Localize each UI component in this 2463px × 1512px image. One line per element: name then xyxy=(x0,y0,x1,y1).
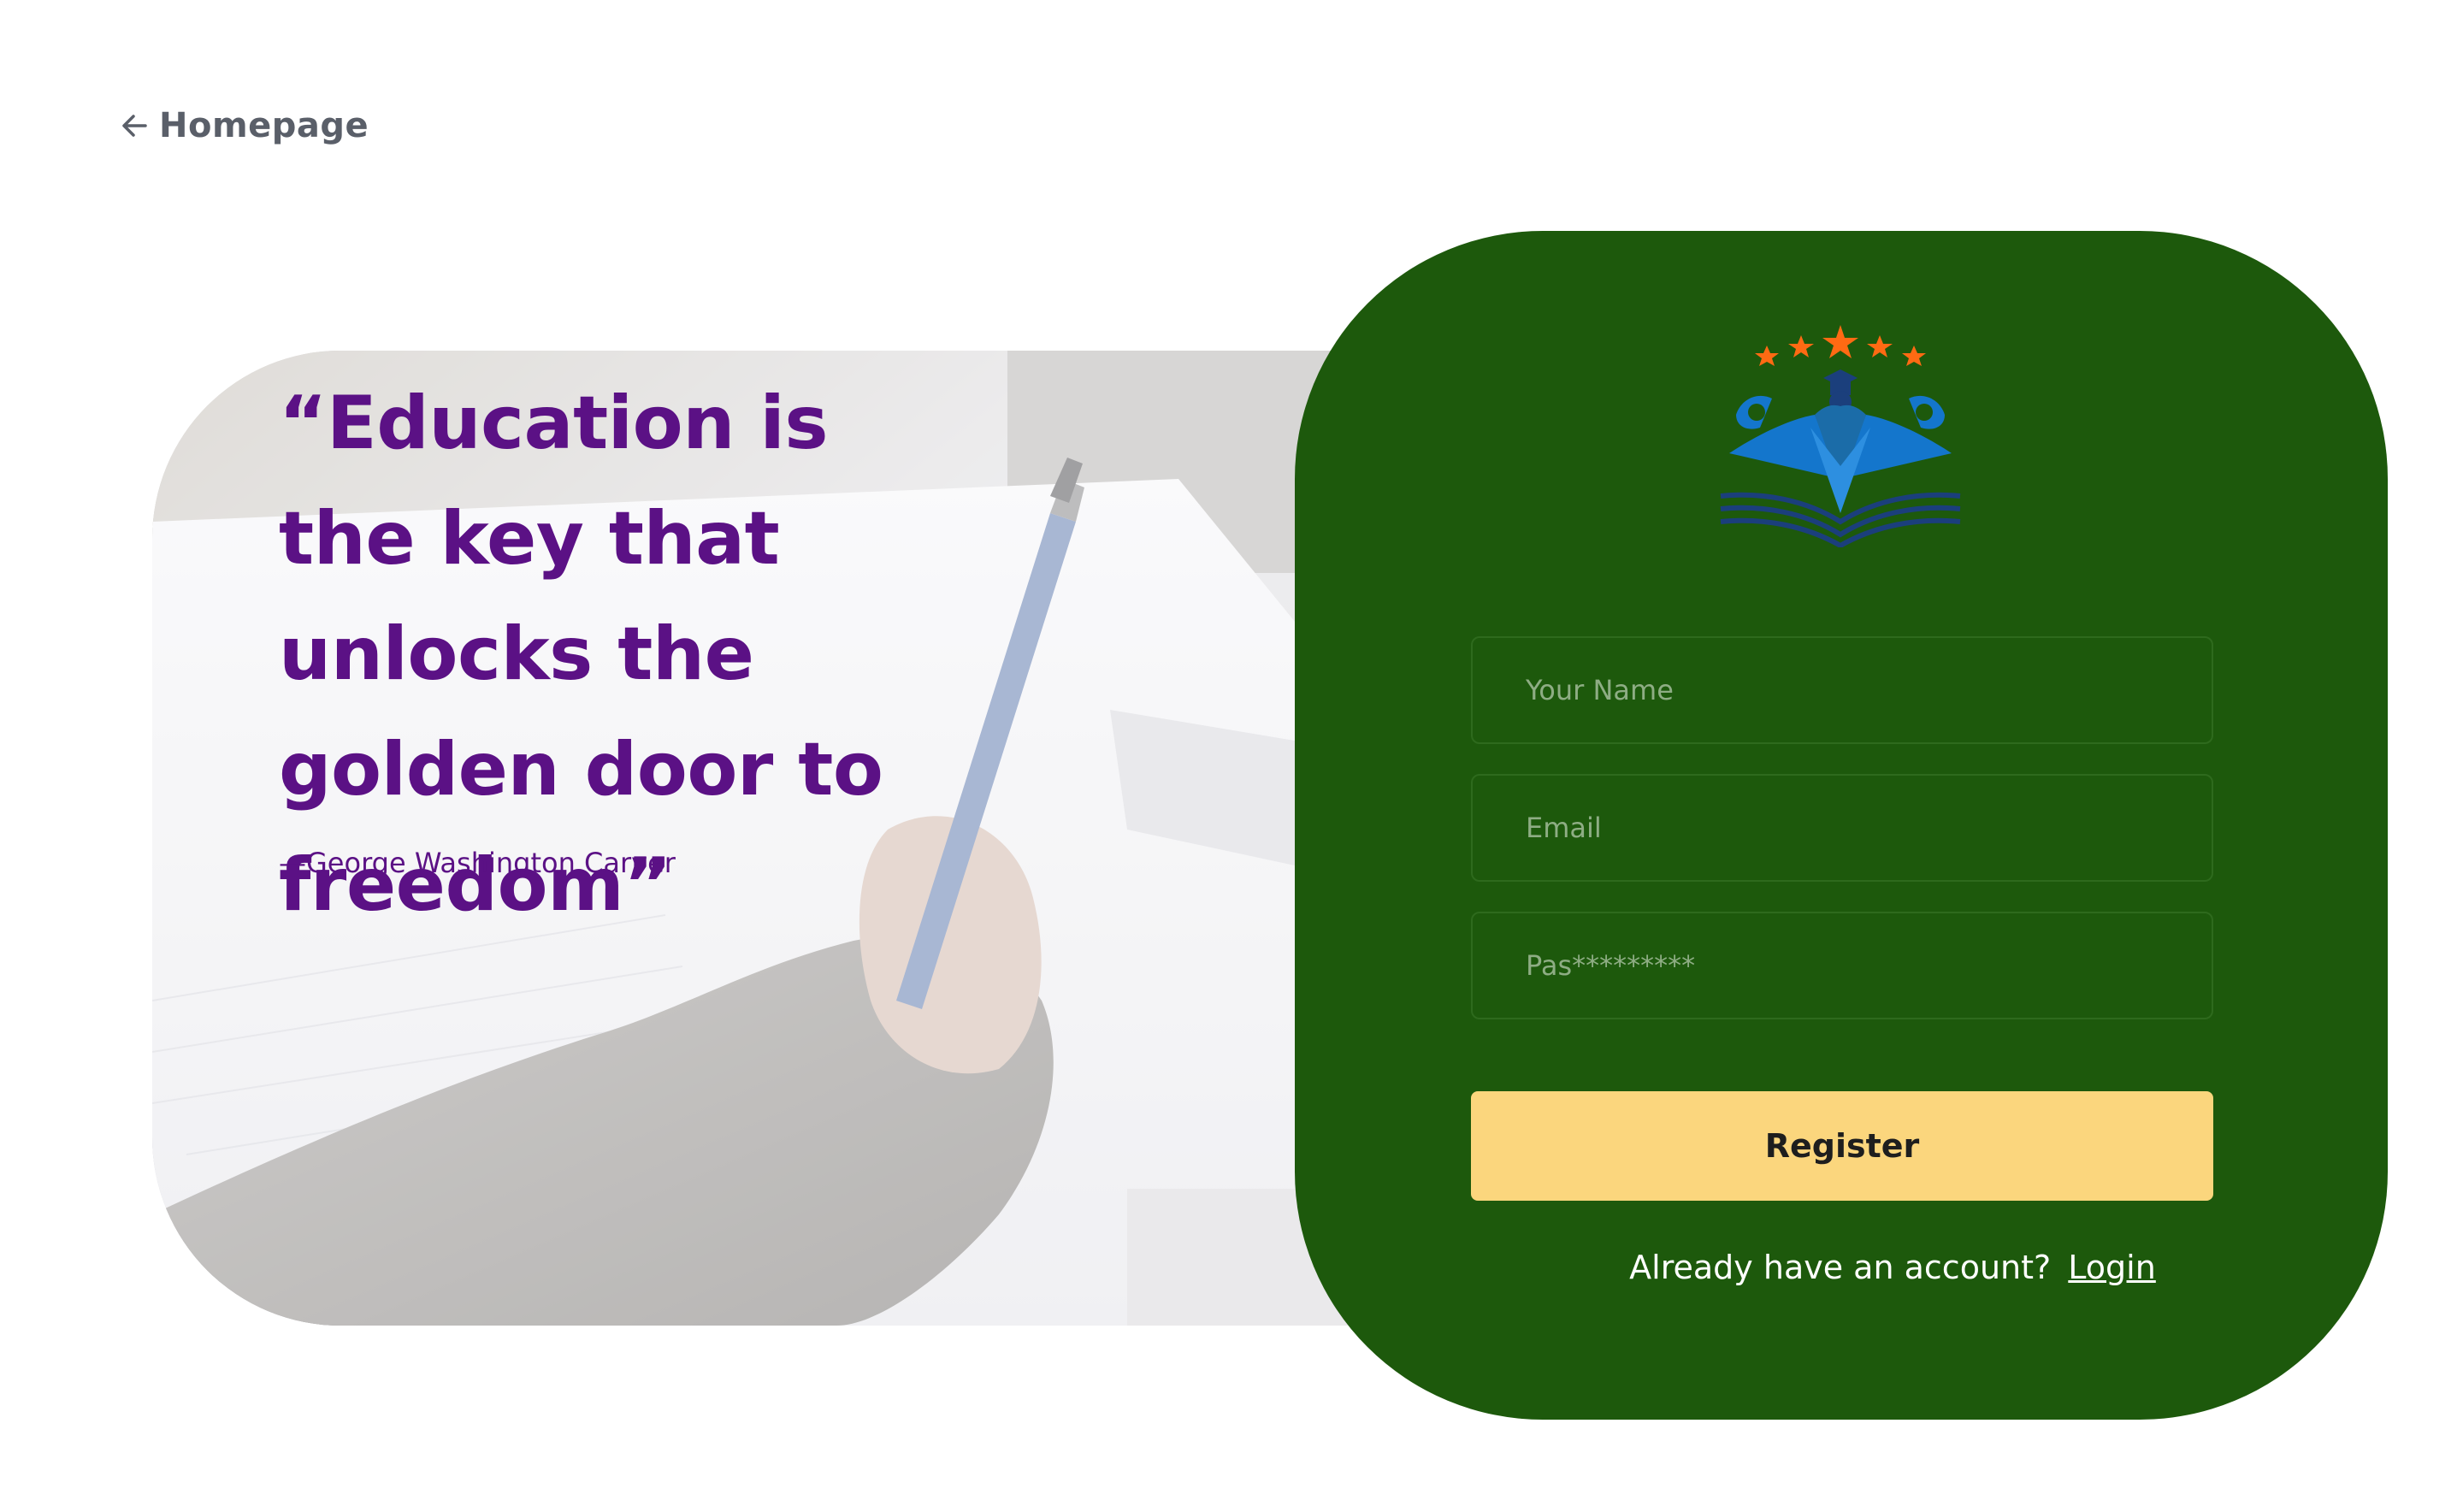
quote-author: —George Washington Carver xyxy=(279,847,676,879)
arrow-left-icon xyxy=(118,109,151,142)
register-page: Homepage “Education is the key that unlo… xyxy=(0,0,2463,1512)
email-input[interactable] xyxy=(1471,774,2213,882)
login-prompt-text: Already have an account? xyxy=(1629,1249,2052,1286)
back-link-label: Homepage xyxy=(159,106,369,145)
name-input[interactable] xyxy=(1471,636,2213,744)
education-logo-icon xyxy=(1704,316,1977,547)
quote-panel: “Education is the key that unlocks the g… xyxy=(152,351,1367,1326)
back-to-homepage-link[interactable]: Homepage xyxy=(118,106,369,145)
register-button[interactable]: Register xyxy=(1471,1091,2213,1201)
register-card: Register Already have an account? Login xyxy=(1295,231,2388,1420)
password-input[interactable] xyxy=(1471,912,2213,1019)
login-prompt-row: Already have an account? Login xyxy=(1295,1249,2388,1286)
login-link[interactable]: Login xyxy=(2068,1249,2156,1286)
